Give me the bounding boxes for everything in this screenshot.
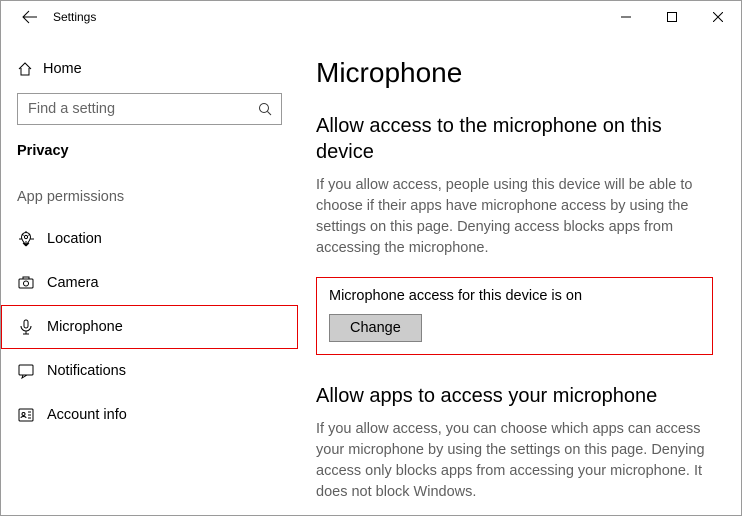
change-button[interactable]: Change xyxy=(329,314,422,342)
notifications-icon xyxy=(17,362,47,380)
sidebar-item-label: Account info xyxy=(47,407,127,423)
back-button[interactable] xyxy=(15,9,45,25)
home-icon xyxy=(17,61,43,77)
search-box[interactable] xyxy=(17,93,282,125)
sidebar: Home Privacy App permissions Location xyxy=(1,33,298,515)
account-info-icon xyxy=(17,406,47,424)
section-title: Allow access to the microphone on this d… xyxy=(316,113,713,165)
sidebar-item-notifications[interactable]: Notifications xyxy=(1,349,298,393)
close-icon xyxy=(713,12,723,22)
maximize-button[interactable] xyxy=(649,1,695,33)
home-label: Home xyxy=(43,61,82,77)
section-allow-device: Allow access to the microphone on this d… xyxy=(316,113,713,355)
settings-window: Settings Home xyxy=(0,0,742,516)
search-input[interactable] xyxy=(26,100,257,118)
section-desc: If you allow access, people using this d… xyxy=(316,175,713,259)
section-title: Allow apps to access your microphone xyxy=(316,383,713,409)
section-desc: If you allow access, you can choose whic… xyxy=(316,419,713,503)
titlebar: Settings xyxy=(1,1,741,33)
microphone-icon xyxy=(17,318,47,336)
section-label: App permissions xyxy=(1,189,298,205)
section-allow-apps: Allow apps to access your microphone If … xyxy=(316,383,713,503)
sidebar-item-label: Microphone xyxy=(47,319,123,335)
app-title: Settings xyxy=(53,10,96,24)
sidebar-item-account-info[interactable]: Account info xyxy=(1,393,298,437)
sidebar-item-location[interactable]: Location xyxy=(1,217,298,261)
window-controls xyxy=(603,1,741,33)
sidebar-item-camera[interactable]: Camera xyxy=(1,261,298,305)
minimize-button[interactable] xyxy=(603,1,649,33)
sidebar-item-label: Location xyxy=(47,231,102,247)
home-link[interactable]: Home xyxy=(1,51,298,87)
category-title: Privacy xyxy=(1,143,298,159)
close-button[interactable] xyxy=(695,1,741,33)
location-icon xyxy=(17,230,47,248)
search-wrap xyxy=(17,93,282,125)
page-title: Microphone xyxy=(316,57,713,89)
sidebar-item-microphone[interactable]: Microphone xyxy=(1,305,298,349)
sidebar-item-label: Notifications xyxy=(47,363,126,379)
search-icon xyxy=(257,101,273,117)
body: Home Privacy App permissions Location xyxy=(1,33,741,515)
device-access-status-box: Microphone access for this device is on … xyxy=(316,277,713,355)
main-content: Microphone Allow access to the microphon… xyxy=(298,33,741,515)
device-access-status: Microphone access for this device is on xyxy=(329,288,700,304)
back-arrow-icon xyxy=(22,9,38,25)
camera-icon xyxy=(17,274,47,292)
sidebar-item-label: Camera xyxy=(47,275,99,291)
minimize-icon xyxy=(621,12,631,22)
maximize-icon xyxy=(667,12,677,22)
